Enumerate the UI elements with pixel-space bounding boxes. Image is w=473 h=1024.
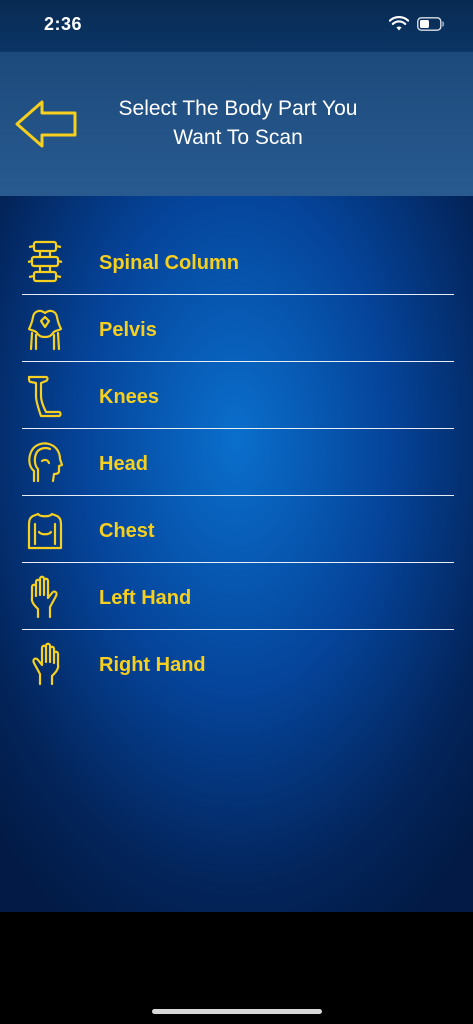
header-bar: Select The Body Part You Want To Scan (0, 52, 473, 196)
battery-icon (417, 17, 445, 31)
body-part-label: Pelvis (99, 319, 157, 341)
page-title: Select The Body Part You Want To Scan (88, 94, 388, 152)
body-part-knees[interactable]: Knees (22, 362, 454, 429)
body-part-left-hand[interactable]: Left Hand (22, 563, 454, 630)
status-time: 2:36 (44, 14, 83, 34)
status-icons (389, 16, 445, 32)
wifi-icon (389, 16, 409, 31)
body-part-label: Chest (99, 520, 155, 542)
page-title-line-1: Select The Body Part You (118, 97, 358, 120)
body-part-label: Knees (99, 386, 160, 408)
page-title-line-2: Want To Scan (173, 126, 303, 149)
pelvis-icon (27, 309, 63, 351)
body-part-right-hand[interactable]: Right Hand (22, 630, 454, 696)
left-hand-icon (30, 575, 58, 619)
status-bar: 2:36 (0, 0, 473, 52)
head-icon (28, 442, 64, 483)
body-part-spinal-column[interactable]: Spinal Column (22, 228, 454, 295)
body-part-label: Spinal Column (99, 252, 239, 274)
body-part-label: Left Hand (99, 587, 192, 609)
body-part-label: Right Hand (99, 654, 206, 676)
right-hand-icon (32, 642, 60, 686)
chest-icon (27, 512, 63, 550)
body-part-head[interactable]: Head (22, 429, 454, 496)
body-part-label: Head (99, 453, 148, 475)
back-button[interactable] (14, 98, 80, 150)
arrow-left-icon (15, 100, 77, 148)
body-part-list: Spinal Column Pelvis Knees Head Chest Le… (22, 228, 454, 696)
spine-icon (27, 240, 63, 283)
knee-icon (27, 375, 62, 418)
home-indicator[interactable] (152, 1009, 322, 1014)
body-part-pelvis[interactable]: Pelvis (22, 295, 454, 362)
body-part-chest[interactable]: Chest (22, 496, 454, 563)
